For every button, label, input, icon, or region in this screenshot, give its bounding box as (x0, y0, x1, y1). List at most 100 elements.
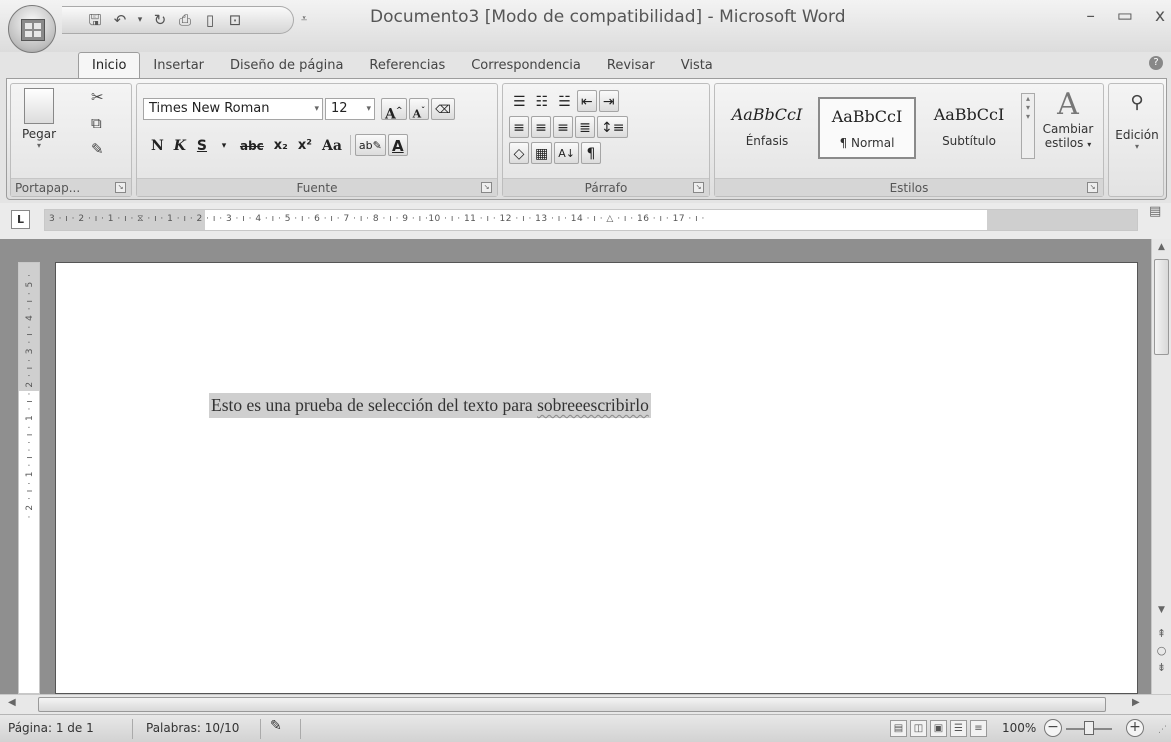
spelling-check-icon[interactable]: ✎ (270, 718, 282, 734)
office-logo-icon (21, 19, 45, 41)
styles-launcher-icon[interactable]: ↘ (1087, 182, 1098, 193)
scroll-down-icon[interactable]: ▼ (1152, 605, 1171, 615)
editing-button[interactable]: ⚲ Edición ▾ (1111, 88, 1163, 151)
horizontal-ruler[interactable]: 3 · ı · 2 · ı · 1 · ı · ⧖ · ı · 1 · ı · … (44, 209, 1138, 231)
underline-button[interactable]: S (192, 134, 212, 156)
web-layout-icon[interactable]: ▣ (930, 720, 947, 737)
highlight-color-icon[interactable]: ab✎ (354, 134, 386, 156)
outline-icon[interactable]: ☰ (950, 720, 967, 737)
vertical-scrollbar[interactable]: ▲ ▼ ⇞ ○ ⇟ (1151, 239, 1171, 694)
cut-icon[interactable]: ✂ (91, 88, 104, 106)
minimize-button[interactable]: – (1086, 6, 1095, 26)
horizontal-scrollbar[interactable]: ◀ ▶ (0, 694, 1171, 714)
shading-icon[interactable]: ◇ (509, 142, 529, 164)
selected-text[interactable]: Esto es una prueba de selección del text… (209, 393, 651, 418)
customize-qat-icon[interactable]: ⩡ (301, 12, 307, 26)
previous-page-icon[interactable]: ⇞ (1152, 627, 1171, 640)
superscript-button[interactable]: x² (294, 134, 316, 156)
font-launcher-icon[interactable]: ↘ (481, 182, 492, 193)
status-divider (132, 719, 133, 739)
paragraph-launcher-icon[interactable]: ↘ (693, 182, 704, 193)
scroll-up-icon[interactable]: ▲ (1152, 242, 1171, 252)
bullets-icon[interactable]: ☰ (509, 90, 530, 112)
undo-icon[interactable]: ↶ (111, 12, 129, 28)
misspelled-word[interactable]: sobreeescribirlo (537, 395, 649, 415)
style-normal[interactable]: AaBbCcI ¶ Normal (818, 97, 916, 159)
clipboard-launcher-icon[interactable]: ↘ (115, 182, 126, 193)
browse-object-icon[interactable]: ○ (1152, 644, 1171, 657)
strikethrough-button[interactable]: abc (236, 134, 268, 156)
draft-icon[interactable]: ≡ (970, 720, 987, 737)
vertical-scroll-thumb[interactable] (1154, 259, 1169, 355)
font-family-combo[interactable]: Times New Roman ▾ (143, 98, 323, 120)
style-subtitle[interactable]: AaBbCcI Subtítulo (920, 97, 1018, 159)
shading-buttons: ◇ ▦ A↓ ¶ (509, 142, 601, 164)
scroll-left-icon[interactable]: ◀ (8, 697, 16, 708)
underline-dropdown-icon[interactable]: ▾ (214, 134, 234, 156)
word-count[interactable]: Palabras: 10/10 (146, 721, 239, 735)
save-icon[interactable]: 🖫 (86, 12, 104, 28)
view-ruler-icon[interactable]: ▤ (1149, 204, 1163, 232)
borders-icon[interactable]: ▦ (531, 142, 553, 164)
undo-dropdown-icon[interactable]: ▾ (136, 12, 144, 28)
office-button[interactable] (8, 5, 56, 53)
page-count[interactable]: Página: 1 de 1 (8, 721, 94, 735)
ribbon-tabs: Inicio Insertar Diseño de página Referen… (78, 52, 726, 78)
tab-selector-button[interactable]: L (11, 210, 30, 229)
zoom-level[interactable]: 100% (1002, 721, 1036, 735)
clear-formatting-icon[interactable]: ⌫ (431, 98, 455, 120)
tab-revisar[interactable]: Revisar (594, 53, 668, 78)
paste-button[interactable]: Pegar ▾ (17, 88, 61, 150)
open-icon[interactable]: ⊡ (226, 12, 244, 28)
align-left-icon[interactable]: ≡ (509, 116, 529, 138)
numbering-icon[interactable]: ☷ (532, 90, 553, 112)
align-right-icon[interactable]: ≡ (553, 116, 573, 138)
italic-button[interactable]: K (170, 134, 190, 156)
redo-icon[interactable]: ↻ (151, 12, 169, 28)
change-case-button[interactable]: Aa (318, 134, 346, 156)
zoom-slider-knob[interactable] (1084, 721, 1094, 735)
tab-inicio[interactable]: Inicio (78, 52, 141, 78)
scroll-right-icon[interactable]: ▶ (1132, 697, 1140, 708)
help-icon[interactable]: ? (1149, 56, 1163, 70)
horizontal-scroll-thumb[interactable] (38, 697, 1106, 712)
bold-button[interactable]: N (147, 134, 168, 156)
style-emphasis[interactable]: AaBbCcI Énfasis (718, 97, 816, 159)
font-size-combo[interactable]: 12 ▾ (325, 98, 375, 120)
next-page-icon[interactable]: ⇟ (1152, 661, 1171, 674)
subscript-button[interactable]: x₂ (270, 134, 292, 156)
styles-gallery-scroll[interactable]: ▴ ▾ ▾ (1021, 93, 1035, 159)
status-divider (260, 719, 261, 739)
resize-grip-icon[interactable]: ⋰ (1158, 725, 1167, 735)
grow-font-button[interactable]: A^ (381, 98, 407, 123)
font-color-icon[interactable]: A (387, 134, 408, 156)
tab-vista[interactable]: Vista (668, 53, 726, 78)
align-center-icon[interactable]: ≡ (531, 116, 551, 138)
justify-icon[interactable]: ≣ (575, 116, 595, 138)
shrink-font-button[interactable]: Aˇ (408, 98, 430, 121)
document-page[interactable]: Esto es una prueba de selección del text… (55, 262, 1138, 694)
decrease-indent-icon[interactable]: ⇤ (576, 90, 597, 112)
maximize-button[interactable]: ▭ (1117, 6, 1133, 26)
vertical-ruler[interactable]: · 2 · ı · 1 · ı · · ı · 1 · ı · 2 · ı · … (18, 262, 40, 694)
zoom-in-icon[interactable]: + (1126, 719, 1144, 737)
line-spacing-icon[interactable]: ↕≡ (597, 116, 629, 138)
increase-indent-icon[interactable]: ⇥ (598, 90, 619, 112)
tab-referencias[interactable]: Referencias (356, 53, 458, 78)
copy-icon[interactable]: ⧉ (91, 114, 102, 132)
close-button[interactable]: x (1155, 6, 1165, 26)
tab-diseno-pagina[interactable]: Diseño de página (217, 53, 356, 78)
print-icon[interactable]: ⎙ (176, 12, 194, 28)
multilevel-list-icon[interactable]: ☱ (554, 90, 575, 112)
full-screen-reading-icon[interactable]: ◫ (910, 720, 927, 737)
status-bar: Página: 1 de 1 Palabras: 10/10 ✎ ▤ ◫ ▣ ☰… (0, 714, 1171, 742)
change-styles-button[interactable]: A Cambiar estilos ▾ (1037, 88, 1099, 151)
show-marks-button[interactable]: ¶ (580, 142, 601, 164)
new-document-icon[interactable]: ▯ (201, 12, 219, 28)
tab-insertar[interactable]: Insertar (140, 53, 217, 78)
print-layout-icon[interactable]: ▤ (890, 720, 907, 737)
tab-correspondencia[interactable]: Correspondencia (458, 53, 594, 78)
format-painter-icon[interactable]: ✎ (91, 140, 104, 158)
sort-icon[interactable]: A↓ (554, 142, 579, 164)
zoom-out-icon[interactable]: − (1044, 719, 1062, 737)
